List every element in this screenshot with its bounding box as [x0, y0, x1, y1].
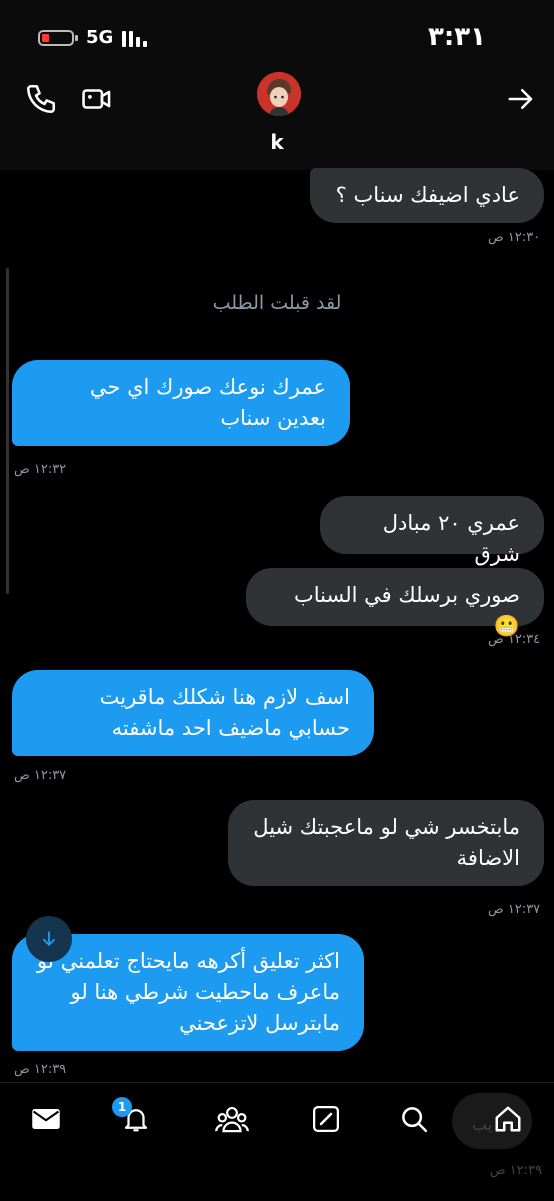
message-text: اسف لازم هنا شكلك ماقريت حسابي ماضيف احد… — [99, 685, 350, 740]
obscured-timestamp: ١٢:٣٩ ص — [489, 1163, 542, 1178]
signal-icon — [122, 29, 152, 47]
messages-tab[interactable] — [24, 1097, 68, 1141]
notification-badge: 1 — [112, 1097, 132, 1117]
message-text: عمرك نوعك صورك اي حي بعدين سناب — [89, 375, 326, 430]
message-timestamp: ١٢:٣٢ ص — [14, 462, 67, 477]
message-timestamp: ١٢:٣٩ ص — [14, 1062, 67, 1077]
search-tab[interactable] — [392, 1097, 436, 1141]
mail-icon — [32, 1109, 60, 1129]
contact-name[interactable]: k — [0, 130, 554, 154]
scrollbar[interactable] — [6, 268, 9, 594]
message-text: عمري ٢٠ مبادل شرق — [382, 511, 520, 566]
home-tab[interactable] — [486, 1097, 530, 1141]
clock: ٣:٣١ — [427, 22, 486, 52]
message-timestamp: ١٢:٣٤ ص — [488, 632, 541, 647]
compose-tab[interactable] — [304, 1097, 348, 1141]
back-arrow-icon[interactable] — [506, 84, 536, 114]
communities-icon — [215, 1106, 249, 1133]
conversation-header: k — [0, 70, 554, 170]
network-label: 5G — [86, 27, 114, 48]
compose-icon — [313, 1106, 339, 1132]
message-bubble-received[interactable]: صوري برسلك في السناب 😬 — [246, 568, 544, 638]
battery-icon — [38, 30, 78, 46]
message-text: اكثر تعليق أكرهه مايحتاج تعلمني لو ماعرف… — [36, 949, 340, 1035]
message-bubble-sent[interactable]: اسف لازم هنا شكلك ماقريت حسابي ماضيف احد… — [12, 670, 374, 756]
message-timestamp: ١٢:٣٠ ص — [488, 230, 541, 245]
contact-avatar[interactable] — [257, 72, 301, 116]
message-text: صوري برسلك في السناب 😬 — [294, 583, 520, 638]
message-text: عادي اضيفك سناب ؟ — [335, 183, 520, 207]
scroll-to-bottom-button[interactable] — [26, 916, 72, 962]
search-icon — [402, 1107, 428, 1133]
message-text: مابتخسر شي لو ماعجبتك شيل الاضافة — [253, 815, 520, 870]
message-bubble-received[interactable]: عادي اضيفك سناب ؟ — [310, 168, 544, 223]
home-icon — [495, 1106, 521, 1132]
bottom-navigation: يب ١٢:٣٩ ص 1 — [0, 1082, 554, 1201]
system-message: لقد قبلت الطلب — [212, 292, 342, 314]
phone-call-icon[interactable] — [24, 82, 58, 116]
message-bubble-received[interactable]: عمري ٢٠ مبادل شرق — [320, 496, 544, 566]
arrow-down-icon — [43, 931, 55, 946]
message-bubble-received[interactable]: مابتخسر شي لو ماعجبتك شيل الاضافة — [228, 800, 544, 886]
communities-tab[interactable] — [210, 1097, 254, 1141]
video-call-icon[interactable] — [80, 82, 114, 116]
message-timestamp: ١٢:٣٧ ص — [14, 768, 67, 783]
message-bubble-sent[interactable]: عمرك نوعك صورك اي حي بعدين سناب — [12, 360, 350, 446]
status-bar: 5G ٣:٣١ — [0, 0, 554, 70]
message-timestamp: ١٢:٣٧ ص — [488, 902, 541, 917]
